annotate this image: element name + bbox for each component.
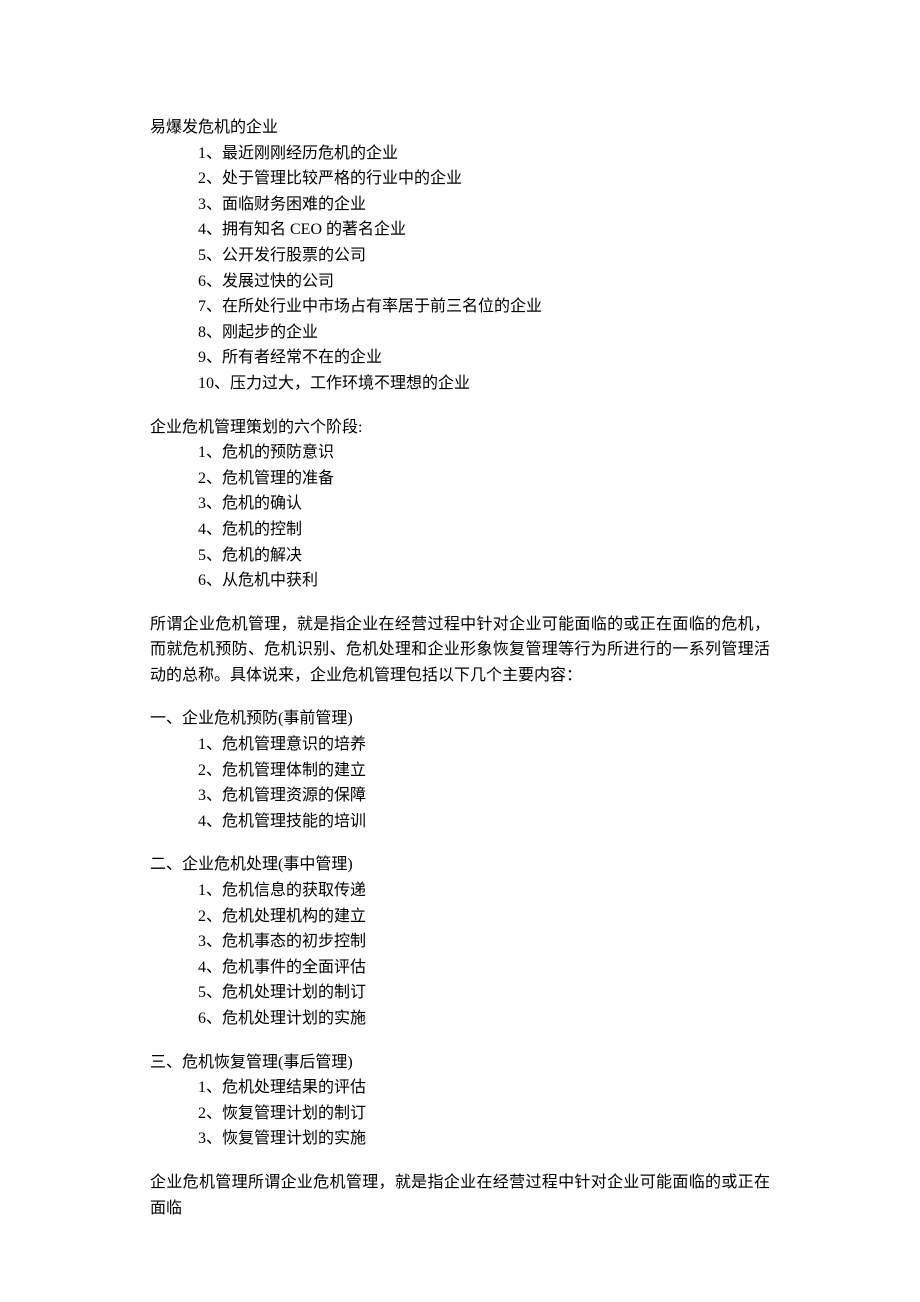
list-item: 3、危机管理资源的保障 bbox=[198, 783, 770, 809]
list-item: 7、在所处行业中市场占有率居于前三名位的企业 bbox=[198, 294, 770, 320]
list-item: 3、面临财务困难的企业 bbox=[198, 192, 770, 218]
list-item: 2、危机管理的准备 bbox=[198, 466, 770, 492]
list-item: 6、危机处理计划的实施 bbox=[198, 1006, 770, 1032]
list-item: 2、恢复管理计划的制订 bbox=[198, 1101, 770, 1127]
list-item: 9、所有者经常不在的企业 bbox=[198, 345, 770, 371]
list-item: 3、危机的确认 bbox=[198, 491, 770, 517]
section4-list: 1、危机信息的获取传递 2、危机处理机构的建立 3、危机事态的初步控制 4、危机… bbox=[150, 878, 770, 1032]
paragraph-definition: 所谓企业危机管理，就是指企业在经营过程中针对企业可能面临的或正在面临的危机，而就… bbox=[150, 612, 770, 689]
list-item: 3、危机事态的初步控制 bbox=[198, 929, 770, 955]
section3-block: 一、企业危机预防(事前管理) 1、危机管理意识的培养 2、危机管理体制的建立 3… bbox=[150, 706, 770, 834]
section2-title: 企业危机管理策划的六个阶段: bbox=[150, 415, 770, 441]
section4-title: 二、企业危机处理(事中管理) bbox=[150, 852, 770, 878]
list-item: 1、危机的预防意识 bbox=[198, 440, 770, 466]
list-item: 2、危机处理机构的建立 bbox=[198, 904, 770, 930]
section4-block: 二、企业危机处理(事中管理) 1、危机信息的获取传递 2、危机处理机构的建立 3… bbox=[150, 852, 770, 1031]
section2-list: 1、危机的预防意识 2、危机管理的准备 3、危机的确认 4、危机的控制 5、危机… bbox=[150, 440, 770, 594]
list-item: 4、危机管理技能的培训 bbox=[198, 809, 770, 835]
list-item: 5、危机处理计划的制订 bbox=[198, 980, 770, 1006]
list-item: 6、从危机中获利 bbox=[198, 568, 770, 594]
list-item: 4、危机事件的全面评估 bbox=[198, 955, 770, 981]
list-item: 2、危机管理体制的建立 bbox=[198, 758, 770, 784]
section5-block: 三、危机恢复管理(事后管理) 1、危机处理结果的评估 2、恢复管理计划的制订 3… bbox=[150, 1050, 770, 1152]
section5-title: 三、危机恢复管理(事后管理) bbox=[150, 1050, 770, 1076]
list-item: 10、压力过大，工作环境不理想的企业 bbox=[198, 371, 770, 397]
list-item: 1、最近刚刚经历危机的企业 bbox=[198, 141, 770, 167]
paragraph-trailing: 企业危机管理所谓企业危机管理，就是指企业在经营过程中针对企业可能面临的或正在面临 bbox=[150, 1170, 770, 1221]
list-item: 4、危机的控制 bbox=[198, 517, 770, 543]
document-page: 易爆发危机的企业 1、最近刚刚经历危机的企业 2、处于管理比较严格的行业中的企业… bbox=[0, 0, 920, 1302]
list-item: 1、危机信息的获取传递 bbox=[198, 878, 770, 904]
section5-list: 1、危机处理结果的评估 2、恢复管理计划的制订 3、恢复管理计划的实施 bbox=[150, 1075, 770, 1152]
section1-title: 易爆发危机的企业 bbox=[150, 115, 770, 141]
list-item: 2、处于管理比较严格的行业中的企业 bbox=[198, 166, 770, 192]
list-item: 1、危机管理意识的培养 bbox=[198, 732, 770, 758]
section3-title: 一、企业危机预防(事前管理) bbox=[150, 706, 770, 732]
list-item: 4、拥有知名 CEO 的著名企业 bbox=[198, 217, 770, 243]
list-item: 6、发展过快的公司 bbox=[198, 269, 770, 295]
list-item: 5、公开发行股票的公司 bbox=[198, 243, 770, 269]
list-item: 5、危机的解决 bbox=[198, 543, 770, 569]
section1-list: 1、最近刚刚经历危机的企业 2、处于管理比较严格的行业中的企业 3、面临财务困难… bbox=[150, 141, 770, 397]
section3-list: 1、危机管理意识的培养 2、危机管理体制的建立 3、危机管理资源的保障 4、危机… bbox=[150, 732, 770, 834]
list-item: 3、恢复管理计划的实施 bbox=[198, 1126, 770, 1152]
list-item: 1、危机处理结果的评估 bbox=[198, 1075, 770, 1101]
list-item: 8、刚起步的企业 bbox=[198, 320, 770, 346]
